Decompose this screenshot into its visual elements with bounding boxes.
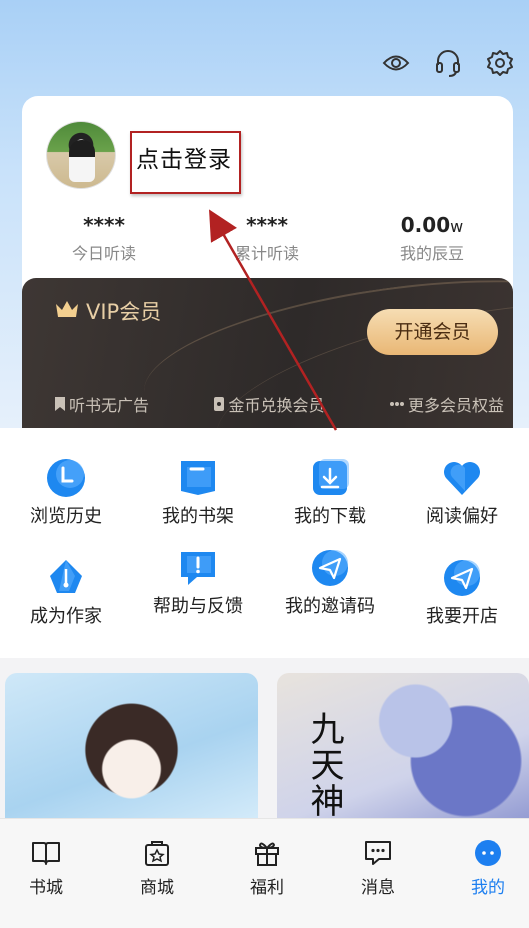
- profile-icon: [472, 837, 504, 869]
- menu-label: 我的邀请码: [285, 596, 375, 617]
- stat-label: 累计听读: [234, 244, 299, 263]
- book-icon: [30, 837, 62, 869]
- stat-value: 0.00w: [400, 213, 464, 237]
- menu-label: 我要开店: [426, 606, 498, 627]
- vip-banner[interactable]: VIP会员 开通会员 听书无广告 金币兑换会员 更多会员权益: [22, 278, 513, 438]
- stat-total-listen[interactable]: **** 累计听读: [197, 212, 337, 264]
- download-icon: [308, 456, 352, 500]
- bookmark-icon: [55, 397, 65, 411]
- crown-icon: [54, 298, 80, 324]
- vip-title-text: VIP会员: [86, 300, 162, 324]
- menu-item-invite-code[interactable]: 我的邀请码: [264, 546, 396, 617]
- menu-item-history[interactable]: 浏览历史: [0, 456, 132, 527]
- headset-icon[interactable]: [433, 48, 463, 78]
- benefit-label: 金币兑换会员: [228, 396, 325, 415]
- menu-item-preference[interactable]: 阅读偏好: [396, 456, 528, 527]
- menu-item-open-shop[interactable]: 我要开店: [396, 556, 528, 627]
- menu-item-bookshelf[interactable]: 我的书架: [132, 456, 264, 527]
- benefit-more[interactable]: 更多会员权益: [389, 392, 504, 416]
- pen-icon: [44, 556, 88, 600]
- more-dots-icon: [389, 402, 404, 406]
- menu-label: 阅读偏好: [426, 506, 498, 527]
- menu-label: 浏览历史: [30, 506, 102, 527]
- tab-label: 商城: [140, 878, 174, 898]
- menu-label: 我的书架: [162, 506, 234, 527]
- menu-label: 我的下载: [294, 506, 366, 527]
- top-toolbar: [381, 48, 515, 78]
- eye-icon[interactable]: [381, 48, 411, 78]
- stat-beans[interactable]: 0.00w 我的辰豆: [362, 212, 502, 264]
- send-icon: [440, 556, 484, 600]
- banner-book-cover-right[interactable]: 九天神: [277, 673, 529, 833]
- tab-mall[interactable]: 商城: [117, 837, 197, 898]
- menu-item-help-feedback[interactable]: 帮助与反馈: [132, 546, 264, 617]
- message-icon: [362, 837, 394, 869]
- heart-icon: [440, 456, 484, 500]
- tab-welfare[interactable]: 福利: [227, 837, 307, 898]
- tab-label: 书城: [29, 878, 63, 898]
- gift-icon: [251, 837, 283, 869]
- gear-icon[interactable]: [485, 48, 515, 78]
- benefit-no-ads[interactable]: 听书无广告: [54, 392, 149, 416]
- benefit-label: 更多会员权益: [407, 396, 504, 415]
- tab-mine[interactable]: 我的: [448, 837, 528, 898]
- coin-card-icon: [214, 397, 225, 411]
- feature-grid: 浏览历史 我的书架 我的下载 阅读偏好 成为作家 帮助与反馈 我的邀请码 我要开…: [0, 428, 529, 658]
- feedback-icon: [176, 546, 220, 590]
- tab-bookstore[interactable]: 书城: [6, 837, 86, 898]
- menu-item-download[interactable]: 我的下载: [264, 456, 396, 527]
- send-icon: [308, 546, 352, 590]
- banner-book-cover-left[interactable]: [5, 673, 258, 833]
- tab-label: 我的: [471, 878, 505, 898]
- tab-label: 消息: [361, 878, 395, 898]
- stat-label: 今日听读: [71, 244, 136, 263]
- login-button[interactable]: 点击登录: [136, 140, 232, 174]
- avatar[interactable]: [46, 121, 116, 189]
- open-vip-button[interactable]: 开通会员: [367, 309, 498, 355]
- stat-label: 我的辰豆: [399, 244, 464, 263]
- stat-value: ****: [83, 213, 125, 237]
- benefit-coin-exchange[interactable]: 金币兑换会员: [213, 392, 325, 416]
- shop-icon: [141, 837, 173, 869]
- menu-item-become-writer[interactable]: 成为作家: [0, 556, 132, 627]
- clock-icon: [44, 456, 88, 500]
- menu-label: 成为作家: [30, 606, 102, 627]
- vip-title: VIP会员: [54, 296, 161, 326]
- bottom-tab-bar: 书城 商城 福利 消息 我的: [0, 818, 529, 928]
- tab-label: 福利: [250, 878, 284, 898]
- cat-image: [69, 140, 95, 182]
- stat-today-listen[interactable]: **** 今日听读: [34, 212, 174, 264]
- benefit-label: 听书无广告: [69, 396, 150, 415]
- stat-value: ****: [246, 213, 288, 237]
- vip-benefits: 听书无广告 金币兑换会员 更多会员权益: [54, 392, 504, 416]
- tab-messages[interactable]: 消息: [338, 837, 418, 898]
- bookshelf-icon: [176, 456, 220, 500]
- menu-label: 帮助与反馈: [153, 596, 243, 617]
- banner-title: 九天神: [304, 711, 344, 819]
